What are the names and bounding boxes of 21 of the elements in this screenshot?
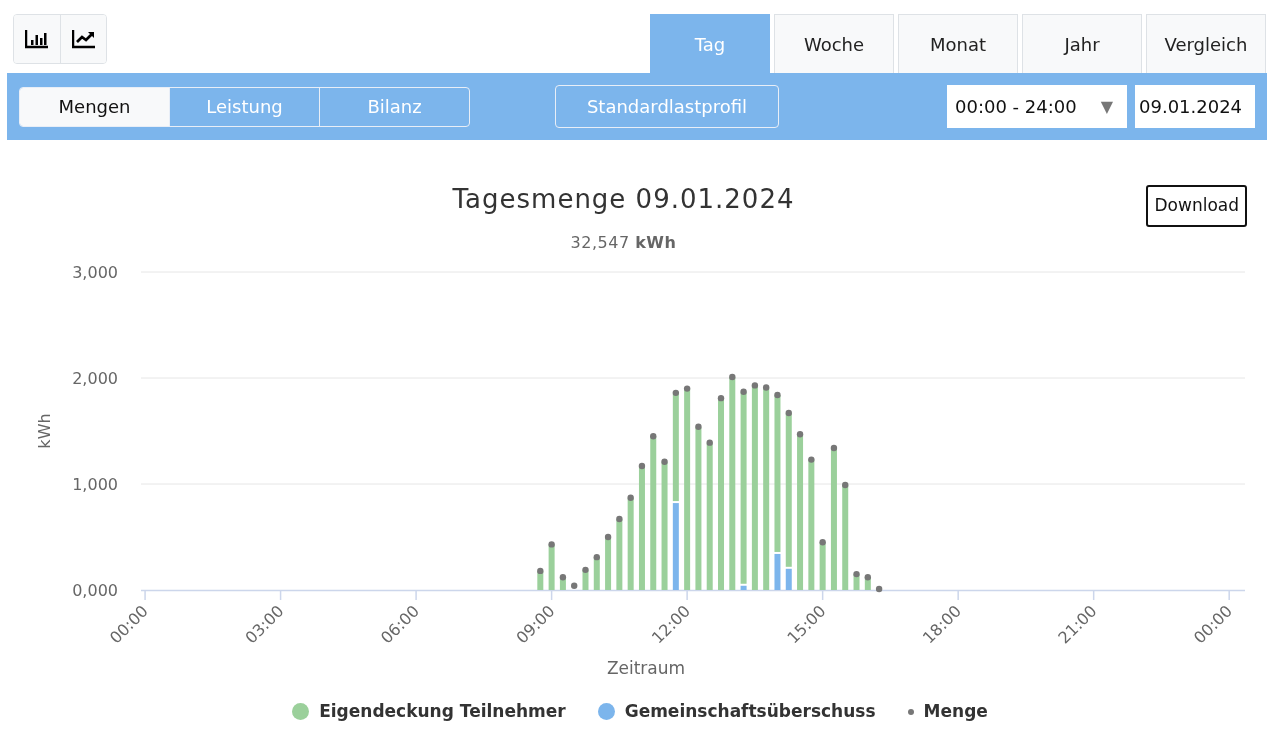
period-tab[interactable]: Vergleich bbox=[1146, 14, 1266, 73]
legend-label[interactable]: Menge bbox=[923, 699, 988, 725]
time-range-select[interactable]: 00:00 - 24:00 ▼ bbox=[947, 85, 1127, 128]
period-tab[interactable]: Jahr bbox=[1022, 14, 1142, 73]
chart-subtitle: 32,547 kWh bbox=[569, 232, 678, 254]
y-axis-label: 3,000 bbox=[72, 263, 118, 282]
download-button[interactable]: Download bbox=[1146, 185, 1247, 227]
legend-label[interactable]: Eigendeckung Teilnehmer bbox=[319, 699, 566, 725]
date-field[interactable]: 09.01.2024 bbox=[1135, 85, 1255, 128]
chart-title: Tagesmenge 09.01.2024 bbox=[452, 183, 795, 216]
period-tab[interactable]: Monat bbox=[898, 14, 1018, 73]
y-axis-title: kWh bbox=[35, 413, 54, 449]
period-tab[interactable]: Woche bbox=[774, 14, 894, 73]
y-axis-label: 1,000 bbox=[72, 475, 118, 494]
x-axis-title: Zeitraum bbox=[606, 658, 686, 678]
y-axis-label: 0,000 bbox=[72, 581, 118, 600]
dropdown-arrow: ▼ bbox=[1100, 95, 1113, 118]
time-range-value: 00:00 - 24:00 bbox=[955, 95, 1077, 119]
view-button[interactable]: Mengen bbox=[20, 87, 169, 126]
y-axis-label: 2,000 bbox=[72, 369, 118, 388]
legend-label[interactable]: Gemeinschaftsüberschuss bbox=[624, 699, 876, 725]
